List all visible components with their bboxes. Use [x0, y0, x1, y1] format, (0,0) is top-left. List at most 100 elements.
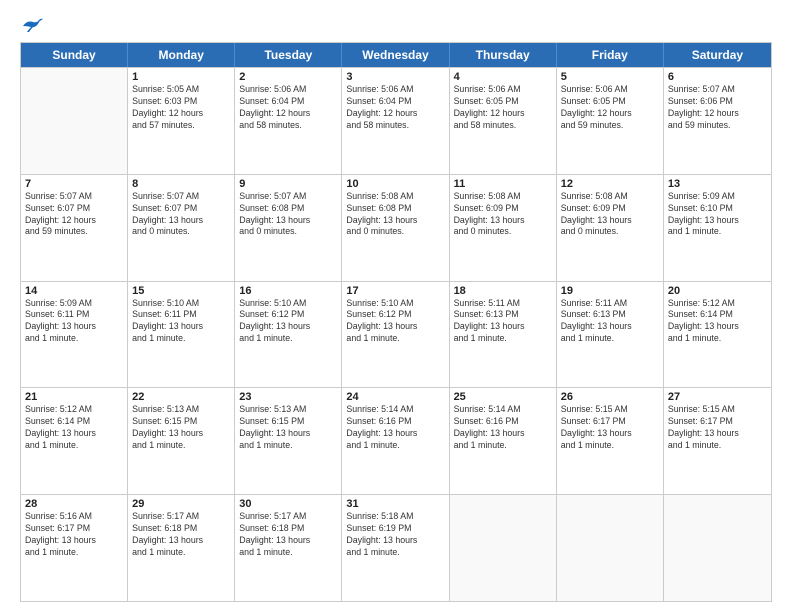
calendar-cell: 5Sunrise: 5:06 AM Sunset: 6:05 PM Daylig…: [557, 68, 664, 174]
day-number: 10: [346, 178, 444, 190]
calendar-cell: [557, 495, 664, 601]
day-number: 25: [454, 391, 552, 403]
day-number: 9: [239, 178, 337, 190]
day-info: Sunrise: 5:10 AM Sunset: 6:12 PM Dayligh…: [346, 298, 444, 346]
calendar-cell: 14Sunrise: 5:09 AM Sunset: 6:11 PM Dayli…: [21, 282, 128, 388]
calendar-cell: 28Sunrise: 5:16 AM Sunset: 6:17 PM Dayli…: [21, 495, 128, 601]
day-info: Sunrise: 5:08 AM Sunset: 6:09 PM Dayligh…: [561, 191, 659, 239]
day-number: 3: [346, 71, 444, 83]
page: SundayMondayTuesdayWednesdayThursdayFrid…: [0, 0, 792, 612]
calendar-cell: 15Sunrise: 5:10 AM Sunset: 6:11 PM Dayli…: [128, 282, 235, 388]
day-info: Sunrise: 5:06 AM Sunset: 6:04 PM Dayligh…: [346, 84, 444, 132]
day-info: Sunrise: 5:07 AM Sunset: 6:07 PM Dayligh…: [132, 191, 230, 239]
calendar-cell: 4Sunrise: 5:06 AM Sunset: 6:05 PM Daylig…: [450, 68, 557, 174]
day-info: Sunrise: 5:11 AM Sunset: 6:13 PM Dayligh…: [454, 298, 552, 346]
day-info: Sunrise: 5:15 AM Sunset: 6:17 PM Dayligh…: [561, 404, 659, 452]
day-info: Sunrise: 5:14 AM Sunset: 6:16 PM Dayligh…: [346, 404, 444, 452]
day-info: Sunrise: 5:17 AM Sunset: 6:18 PM Dayligh…: [132, 511, 230, 559]
calendar-row-0: 1Sunrise: 5:05 AM Sunset: 6:03 PM Daylig…: [21, 67, 771, 174]
day-number: 15: [132, 285, 230, 297]
day-number: 26: [561, 391, 659, 403]
calendar-cell: 18Sunrise: 5:11 AM Sunset: 6:13 PM Dayli…: [450, 282, 557, 388]
day-info: Sunrise: 5:07 AM Sunset: 6:06 PM Dayligh…: [668, 84, 767, 132]
calendar-header: SundayMondayTuesdayWednesdayThursdayFrid…: [21, 43, 771, 67]
day-info: Sunrise: 5:18 AM Sunset: 6:19 PM Dayligh…: [346, 511, 444, 559]
calendar-cell: 27Sunrise: 5:15 AM Sunset: 6:17 PM Dayli…: [664, 388, 771, 494]
day-info: Sunrise: 5:06 AM Sunset: 6:04 PM Dayligh…: [239, 84, 337, 132]
calendar-cell: 26Sunrise: 5:15 AM Sunset: 6:17 PM Dayli…: [557, 388, 664, 494]
day-number: 24: [346, 391, 444, 403]
calendar-cell: 6Sunrise: 5:07 AM Sunset: 6:06 PM Daylig…: [664, 68, 771, 174]
day-number: 1: [132, 71, 230, 83]
calendar-row-1: 7Sunrise: 5:07 AM Sunset: 6:07 PM Daylig…: [21, 174, 771, 281]
day-number: 21: [25, 391, 123, 403]
day-info: Sunrise: 5:08 AM Sunset: 6:08 PM Dayligh…: [346, 191, 444, 239]
calendar-cell: 1Sunrise: 5:05 AM Sunset: 6:03 PM Daylig…: [128, 68, 235, 174]
day-number: 8: [132, 178, 230, 190]
calendar-row-2: 14Sunrise: 5:09 AM Sunset: 6:11 PM Dayli…: [21, 281, 771, 388]
day-info: Sunrise: 5:10 AM Sunset: 6:12 PM Dayligh…: [239, 298, 337, 346]
header-day-tuesday: Tuesday: [235, 43, 342, 67]
header: [20, 18, 772, 34]
header-day-sunday: Sunday: [21, 43, 128, 67]
header-day-monday: Monday: [128, 43, 235, 67]
day-info: Sunrise: 5:13 AM Sunset: 6:15 PM Dayligh…: [132, 404, 230, 452]
day-number: 16: [239, 285, 337, 297]
day-info: Sunrise: 5:15 AM Sunset: 6:17 PM Dayligh…: [668, 404, 767, 452]
calendar-cell: 13Sunrise: 5:09 AM Sunset: 6:10 PM Dayli…: [664, 175, 771, 281]
day-info: Sunrise: 5:11 AM Sunset: 6:13 PM Dayligh…: [561, 298, 659, 346]
calendar-cell: 19Sunrise: 5:11 AM Sunset: 6:13 PM Dayli…: [557, 282, 664, 388]
day-info: Sunrise: 5:12 AM Sunset: 6:14 PM Dayligh…: [668, 298, 767, 346]
day-info: Sunrise: 5:12 AM Sunset: 6:14 PM Dayligh…: [25, 404, 123, 452]
calendar-cell: 20Sunrise: 5:12 AM Sunset: 6:14 PM Dayli…: [664, 282, 771, 388]
header-day-friday: Friday: [557, 43, 664, 67]
calendar-cell: 30Sunrise: 5:17 AM Sunset: 6:18 PM Dayli…: [235, 495, 342, 601]
calendar-body: 1Sunrise: 5:05 AM Sunset: 6:03 PM Daylig…: [21, 67, 771, 601]
day-info: Sunrise: 5:17 AM Sunset: 6:18 PM Dayligh…: [239, 511, 337, 559]
calendar: SundayMondayTuesdayWednesdayThursdayFrid…: [20, 42, 772, 602]
calendar-cell: 17Sunrise: 5:10 AM Sunset: 6:12 PM Dayli…: [342, 282, 449, 388]
calendar-cell: 21Sunrise: 5:12 AM Sunset: 6:14 PM Dayli…: [21, 388, 128, 494]
day-info: Sunrise: 5:09 AM Sunset: 6:11 PM Dayligh…: [25, 298, 123, 346]
day-number: 11: [454, 178, 552, 190]
calendar-cell: 22Sunrise: 5:13 AM Sunset: 6:15 PM Dayli…: [128, 388, 235, 494]
day-number: 18: [454, 285, 552, 297]
calendar-row-3: 21Sunrise: 5:12 AM Sunset: 6:14 PM Dayli…: [21, 387, 771, 494]
calendar-row-4: 28Sunrise: 5:16 AM Sunset: 6:17 PM Dayli…: [21, 494, 771, 601]
logo-bird-icon: [21, 18, 43, 34]
day-number: 4: [454, 71, 552, 83]
calendar-cell: 9Sunrise: 5:07 AM Sunset: 6:08 PM Daylig…: [235, 175, 342, 281]
day-number: 2: [239, 71, 337, 83]
day-number: 30: [239, 498, 337, 510]
day-number: 28: [25, 498, 123, 510]
day-info: Sunrise: 5:05 AM Sunset: 6:03 PM Dayligh…: [132, 84, 230, 132]
day-number: 20: [668, 285, 767, 297]
day-number: 19: [561, 285, 659, 297]
calendar-cell: 23Sunrise: 5:13 AM Sunset: 6:15 PM Dayli…: [235, 388, 342, 494]
calendar-cell: 16Sunrise: 5:10 AM Sunset: 6:12 PM Dayli…: [235, 282, 342, 388]
logo: [20, 18, 43, 34]
calendar-cell: [450, 495, 557, 601]
calendar-cell: [664, 495, 771, 601]
header-day-wednesday: Wednesday: [342, 43, 449, 67]
day-number: 29: [132, 498, 230, 510]
calendar-cell: 7Sunrise: 5:07 AM Sunset: 6:07 PM Daylig…: [21, 175, 128, 281]
day-number: 6: [668, 71, 767, 83]
day-info: Sunrise: 5:16 AM Sunset: 6:17 PM Dayligh…: [25, 511, 123, 559]
day-number: 22: [132, 391, 230, 403]
day-number: 17: [346, 285, 444, 297]
calendar-cell: 10Sunrise: 5:08 AM Sunset: 6:08 PM Dayli…: [342, 175, 449, 281]
day-info: Sunrise: 5:06 AM Sunset: 6:05 PM Dayligh…: [454, 84, 552, 132]
day-info: Sunrise: 5:08 AM Sunset: 6:09 PM Dayligh…: [454, 191, 552, 239]
day-info: Sunrise: 5:10 AM Sunset: 6:11 PM Dayligh…: [132, 298, 230, 346]
calendar-cell: 8Sunrise: 5:07 AM Sunset: 6:07 PM Daylig…: [128, 175, 235, 281]
calendar-cell: 11Sunrise: 5:08 AM Sunset: 6:09 PM Dayli…: [450, 175, 557, 281]
header-day-thursday: Thursday: [450, 43, 557, 67]
day-info: Sunrise: 5:07 AM Sunset: 6:07 PM Dayligh…: [25, 191, 123, 239]
calendar-cell: [21, 68, 128, 174]
day-info: Sunrise: 5:06 AM Sunset: 6:05 PM Dayligh…: [561, 84, 659, 132]
day-info: Sunrise: 5:13 AM Sunset: 6:15 PM Dayligh…: [239, 404, 337, 452]
header-day-saturday: Saturday: [664, 43, 771, 67]
day-number: 27: [668, 391, 767, 403]
day-number: 23: [239, 391, 337, 403]
